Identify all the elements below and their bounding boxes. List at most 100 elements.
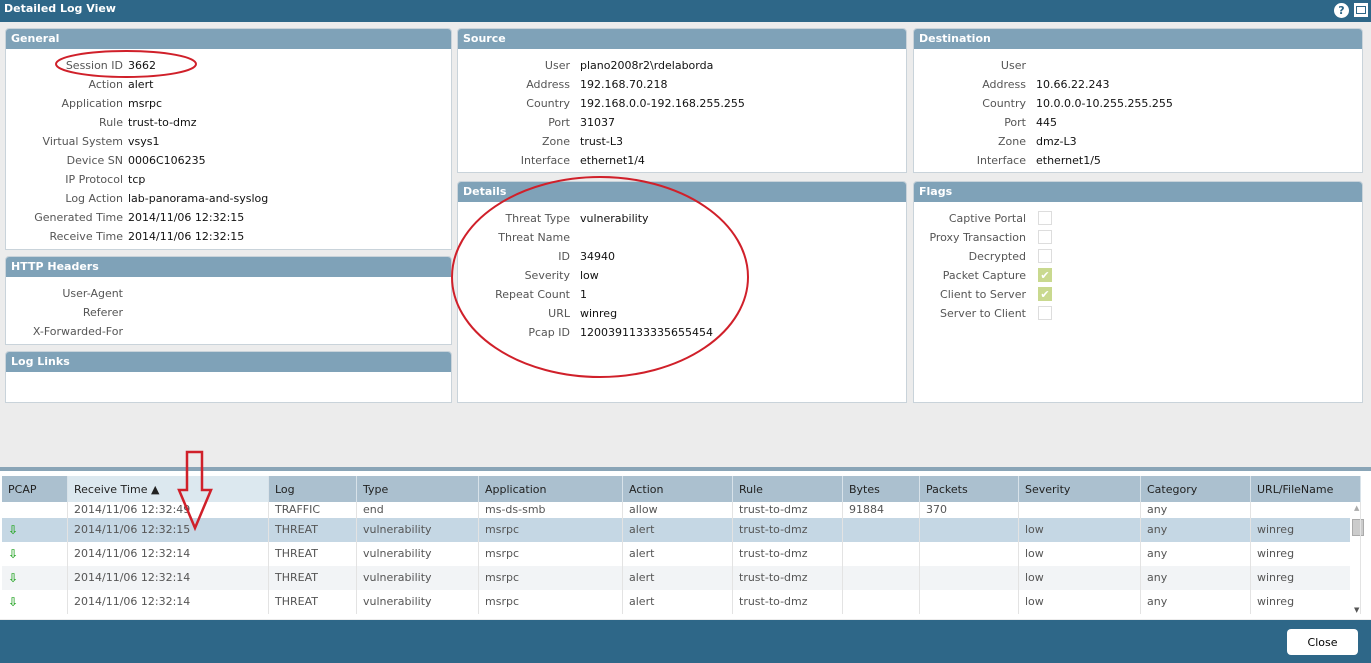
flag-label: Packet Capture bbox=[942, 269, 1026, 282]
table-cell: THREAT bbox=[269, 542, 357, 566]
field-label: Interface bbox=[976, 154, 1026, 167]
flag-label: Proxy Transaction bbox=[929, 231, 1026, 244]
field-label: Log Action bbox=[65, 192, 123, 205]
table-cell bbox=[920, 566, 1019, 590]
field-value: trust-L3 bbox=[580, 135, 623, 148]
pcap-download-icon[interactable]: ⇩ bbox=[2, 590, 68, 614]
field-row: Zone dmz-L3 bbox=[914, 132, 1362, 151]
field-row: User plano2008r2\rdelaborda bbox=[458, 56, 906, 75]
http-headers-panel: HTTP Headers User-Agent Referer X-Forwarded… bbox=[5, 256, 452, 345]
field-label: IP Protocol bbox=[65, 173, 123, 186]
flag-checkbox[interactable] bbox=[1038, 249, 1052, 263]
field-row: Action alert bbox=[6, 75, 451, 94]
table-cell: msrpc bbox=[479, 518, 623, 542]
field-row: User-Agent bbox=[6, 284, 451, 303]
table-cell: msrpc bbox=[479, 590, 623, 614]
field-value: tcp bbox=[128, 173, 146, 186]
table-cell: msrpc bbox=[479, 566, 623, 590]
column-header-type[interactable]: Type bbox=[357, 476, 479, 502]
pcap-download-icon bbox=[2, 502, 68, 518]
column-header-receive-time[interactable]: Receive Time ▲ bbox=[68, 476, 269, 502]
flag-row: Proxy Transaction bbox=[914, 228, 1362, 247]
column-header-category[interactable]: Category bbox=[1141, 476, 1251, 502]
table-cell: ms-ds-smb bbox=[479, 502, 623, 518]
table-cell: vulnerability bbox=[357, 590, 479, 614]
column-header-rule[interactable]: Rule bbox=[733, 476, 843, 502]
flag-checkbox[interactable] bbox=[1038, 306, 1052, 320]
close-button[interactable]: Close bbox=[1287, 629, 1358, 655]
flag-label: Server to Client bbox=[940, 307, 1026, 320]
table-row[interactable]: ⇩ 2014/11/06 12:32:14 THREAT vulnerability m… bbox=[2, 542, 1361, 566]
help-icon[interactable]: ? bbox=[1334, 3, 1349, 18]
field-value: 1200391133335655454 bbox=[580, 326, 713, 339]
flag-checkbox[interactable] bbox=[1038, 230, 1052, 244]
field-value: vsys1 bbox=[128, 135, 160, 148]
table-cell: THREAT bbox=[269, 566, 357, 590]
table-cell: alert bbox=[623, 542, 733, 566]
table-cell: 2014/11/06 12:32:14 bbox=[68, 566, 269, 590]
column-header-pcap[interactable]: PCAP bbox=[2, 476, 68, 502]
column-header-action[interactable]: Action bbox=[623, 476, 733, 502]
flag-checkbox[interactable]: ✔ bbox=[1038, 287, 1052, 301]
field-row: Threat Name bbox=[458, 228, 906, 247]
field-label: Interface bbox=[520, 154, 570, 167]
table-cell: low bbox=[1019, 518, 1141, 542]
table-cell bbox=[1251, 502, 1361, 518]
field-row: Country 192.168.0.0-192.168.255.255 bbox=[458, 94, 906, 113]
field-row: Port 445 bbox=[914, 113, 1362, 132]
window-title: Detailed Log View bbox=[4, 2, 116, 15]
table-cell: winreg bbox=[1251, 590, 1361, 614]
panel-title: Log Links bbox=[6, 352, 451, 372]
table-cell: trust-to-dmz bbox=[733, 518, 843, 542]
field-row: Session ID 3662 bbox=[6, 56, 451, 75]
field-row: Repeat Count 1 bbox=[458, 285, 906, 304]
table-cell: winreg bbox=[1251, 566, 1361, 590]
table-row[interactable]: 2014/11/06 12:32:49 TRAFFIC end ms-ds-smb al… bbox=[2, 502, 1361, 518]
field-label: Address bbox=[526, 78, 570, 91]
flag-label: Decrypted bbox=[968, 250, 1026, 263]
maximize-icon[interactable] bbox=[1354, 3, 1368, 17]
flag-checkbox[interactable]: ✔ bbox=[1038, 268, 1052, 282]
table-cell: 2014/11/06 12:32:15 bbox=[68, 518, 269, 542]
field-row: Rule trust-to-dmz bbox=[6, 113, 451, 132]
field-value: dmz-L3 bbox=[1036, 135, 1077, 148]
table-cell: end bbox=[357, 502, 479, 518]
field-label: User-Agent bbox=[62, 287, 123, 300]
table-row[interactable]: ⇩ 2014/11/06 12:32:15 THREAT vulnerability m… bbox=[2, 518, 1361, 542]
table-cell: 370 bbox=[920, 502, 1019, 518]
table-cell: low bbox=[1019, 590, 1141, 614]
table-cell: any bbox=[1141, 502, 1251, 518]
field-label: Severity bbox=[524, 269, 570, 282]
table-cell: alert bbox=[623, 518, 733, 542]
field-value: 3662 bbox=[128, 59, 156, 72]
table-cell: alert bbox=[623, 590, 733, 614]
field-row: IP Protocol tcp bbox=[6, 170, 451, 189]
column-header-log[interactable]: Log bbox=[269, 476, 357, 502]
field-row: Virtual System vsys1 bbox=[6, 132, 451, 151]
table-cell: 2014/11/06 12:32:14 bbox=[68, 590, 269, 614]
field-row: Severity low bbox=[458, 266, 906, 285]
table-cell bbox=[843, 518, 920, 542]
field-value: 2014/11/06 12:32:15 bbox=[128, 230, 245, 243]
column-header-bytes[interactable]: Bytes bbox=[843, 476, 920, 502]
table-cell: msrpc bbox=[479, 542, 623, 566]
field-label: URL bbox=[548, 307, 570, 320]
table-row[interactable]: ⇩ 2014/11/06 12:32:14 THREAT vulnerability m… bbox=[2, 590, 1361, 614]
window-titlebar: Detailed Log View ? bbox=[0, 0, 1371, 22]
table-cell: low bbox=[1019, 542, 1141, 566]
table-cell: alert bbox=[623, 566, 733, 590]
pcap-download-icon[interactable]: ⇩ bbox=[2, 566, 68, 590]
field-value: 31037 bbox=[580, 116, 615, 129]
flag-row: Server to Client bbox=[914, 304, 1362, 323]
column-header-packets[interactable]: Packets bbox=[920, 476, 1019, 502]
field-value: 192.168.0.0-192.168.255.255 bbox=[580, 97, 745, 110]
table-row[interactable]: ⇩ 2014/11/06 12:32:14 THREAT vulnerability m… bbox=[2, 566, 1361, 590]
column-header-url-filename[interactable]: URL/FileName bbox=[1251, 476, 1361, 502]
flag-checkbox[interactable] bbox=[1038, 211, 1052, 225]
column-header-severity[interactable]: Severity bbox=[1019, 476, 1141, 502]
field-value: msrpc bbox=[128, 97, 162, 110]
pcap-download-icon[interactable]: ⇩ bbox=[2, 518, 68, 542]
field-value: 10.66.22.243 bbox=[1036, 78, 1110, 91]
column-header-application[interactable]: Application bbox=[479, 476, 623, 502]
pcap-download-icon[interactable]: ⇩ bbox=[2, 542, 68, 566]
